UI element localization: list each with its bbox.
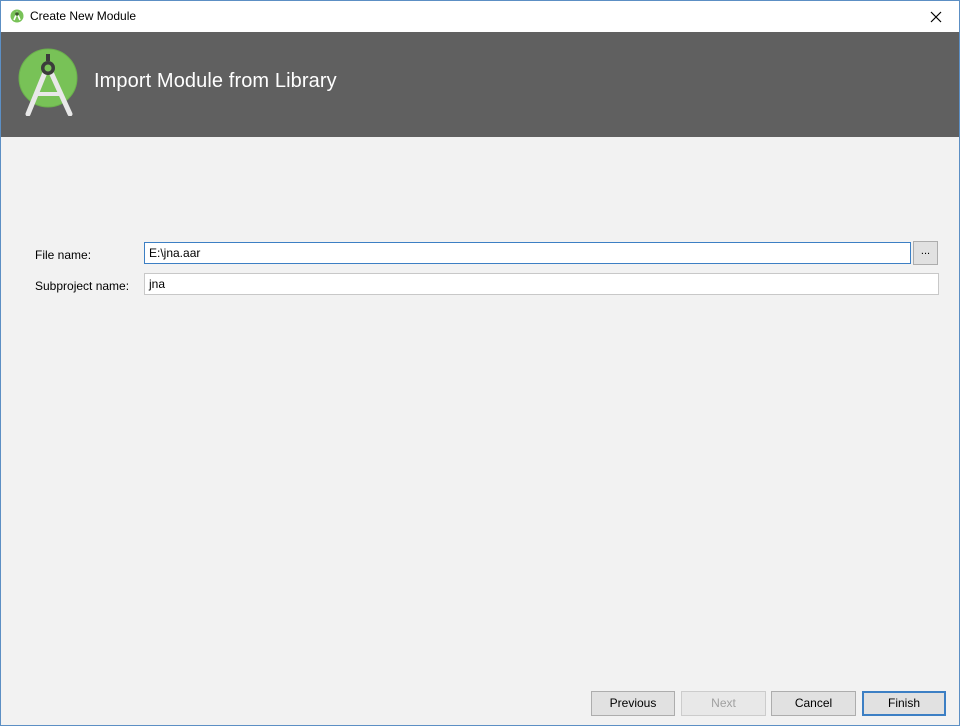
cancel-button[interactable]: Cancel: [771, 691, 856, 716]
title-bar: Create New Module: [1, 1, 959, 32]
close-button[interactable]: [917, 1, 955, 32]
android-studio-app-icon: [10, 9, 24, 23]
subproject-name-label: Subproject name:: [35, 279, 130, 293]
previous-button[interactable]: Previous: [591, 691, 675, 716]
finish-button[interactable]: Finish: [862, 691, 946, 716]
close-icon: [930, 11, 942, 22]
window-title: Create New Module: [30, 9, 137, 23]
next-button[interactable]: Next: [681, 691, 766, 716]
android-studio-logo-icon: [18, 48, 78, 117]
header-banner: Import Module from Library: [1, 32, 959, 137]
file-name-label: File name:: [35, 248, 92, 262]
file-name-input[interactable]: E:\jna.aar: [144, 242, 911, 264]
page-heading: Import Module from Library: [94, 70, 337, 92]
browse-button[interactable]: ...: [913, 241, 938, 265]
subproject-name-input[interactable]: jna: [144, 273, 939, 295]
dialog-window: Create New Module Import Module from Lib…: [0, 0, 960, 726]
